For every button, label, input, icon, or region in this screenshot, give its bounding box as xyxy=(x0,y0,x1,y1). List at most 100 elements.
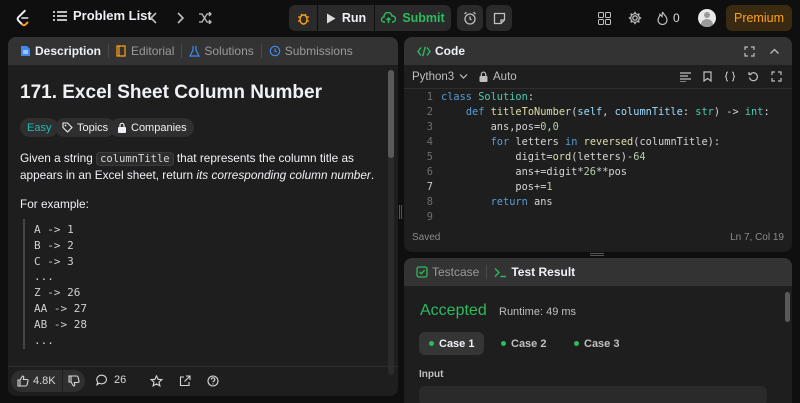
tab-submissions-label: Submissions xyxy=(284,44,353,58)
description-scrollbar-thumb[interactable] xyxy=(388,70,394,158)
avatar[interactable] xyxy=(698,9,716,27)
language-select[interactable]: Python3 xyxy=(412,71,468,83)
problem-list-button[interactable]: Problem List xyxy=(53,8,152,23)
code-brackets-icon xyxy=(417,46,431,56)
inline-code: columnTitle xyxy=(96,152,174,166)
pass-dot xyxy=(501,341,506,346)
top-bar: Problem List Run Submit 0 Premium xyxy=(0,0,800,36)
chevron-up-icon[interactable] xyxy=(769,46,780,57)
case-label: Case 2 xyxy=(511,337,547,350)
line-number: 9 xyxy=(426,211,433,223)
fullscreen-icon[interactable] xyxy=(771,71,782,82)
tab-code[interactable]: Code xyxy=(413,44,469,58)
lock-icon xyxy=(479,71,488,82)
history-icon xyxy=(269,45,281,57)
mode-label: Auto xyxy=(493,70,517,83)
alarm-clock-icon xyxy=(464,11,476,25)
debug-button[interactable] xyxy=(289,5,317,31)
like-button[interactable]: 4.8K xyxy=(11,370,63,392)
chevron-left-icon[interactable] xyxy=(147,10,161,26)
case-tab-3[interactable]: Case 3 xyxy=(564,332,629,355)
chevron-down-icon xyxy=(459,74,468,79)
problem-list-label: Problem List xyxy=(73,8,152,23)
runtime-text: Runtime: 49 ms xyxy=(499,306,577,318)
tab-test-result-label: Test Result xyxy=(511,265,576,279)
line-number: 8 xyxy=(426,196,433,208)
thumbs-down-icon xyxy=(68,375,80,387)
checkbox-icon xyxy=(416,266,428,278)
input-value-box xyxy=(419,386,767,403)
code-editor[interactable]: 1 class Solution: 2 def titleToNumber(sel… xyxy=(404,91,792,223)
submit-button[interactable]: Submit xyxy=(375,5,451,31)
chevron-right-icon[interactable] xyxy=(173,10,187,26)
tab-description-label: Description xyxy=(35,44,102,58)
run-label: Run xyxy=(341,11,367,25)
premium-button[interactable]: Premium xyxy=(726,5,792,31)
tab-divider xyxy=(181,44,183,58)
play-icon xyxy=(326,13,336,23)
dislike-button[interactable] xyxy=(62,370,85,392)
example-line: AB -> 28 xyxy=(34,317,87,331)
help-icon[interactable] xyxy=(207,374,219,392)
case-tab-1[interactable]: Case 1 xyxy=(419,332,485,355)
terminal-icon xyxy=(494,267,507,277)
vertical-resize-handle[interactable] xyxy=(399,205,402,219)
maximize-icon[interactable] xyxy=(744,45,755,57)
streak-counter[interactable]: 0 xyxy=(657,10,680,26)
companies-button[interactable]: Companies xyxy=(110,118,194,137)
description-text: Given a string xyxy=(20,151,97,165)
description-emphasis: its corresponding column number xyxy=(196,168,371,182)
problem-description: Given a string columnTitle that represen… xyxy=(20,150,375,183)
notes-button[interactable] xyxy=(486,5,512,31)
tab-solutions-label: Solutions xyxy=(204,44,254,58)
tab-solutions[interactable]: Solutions xyxy=(185,44,257,58)
shuffle-icon[interactable] xyxy=(197,10,213,26)
line-number: 3 xyxy=(426,121,433,133)
autocomplete-toggle[interactable]: Auto xyxy=(479,71,517,83)
comment-icon xyxy=(96,374,107,386)
example-line: A -> 1 xyxy=(34,223,74,236)
list-icon xyxy=(53,10,67,21)
horizontal-resize-handle[interactable] xyxy=(590,253,604,256)
topics-button[interactable]: Topics xyxy=(55,118,116,137)
difficulty-badge: Easy xyxy=(20,118,59,137)
example-line: C -> 3 xyxy=(34,254,74,268)
reset-icon[interactable] xyxy=(748,71,759,82)
share-icon[interactable] xyxy=(179,374,191,392)
action-group: Run Submit xyxy=(289,5,451,31)
input-label: Input xyxy=(419,369,444,380)
tab-test-result[interactable]: Test Result xyxy=(490,265,579,279)
line-number: 4 xyxy=(426,136,433,148)
star-icon[interactable] xyxy=(149,374,164,392)
tab-divider xyxy=(260,44,262,58)
leetcode-logo-icon[interactable] xyxy=(14,9,32,27)
result-scrollbar-thumb[interactable] xyxy=(785,292,790,322)
tab-editorial-label: Editorial xyxy=(131,44,175,58)
line-number: 2 xyxy=(426,106,433,118)
run-button[interactable]: Run xyxy=(318,5,374,31)
braces-icon[interactable] xyxy=(724,71,736,82)
editor-status-bar: Saved Ln 7, Col 19 xyxy=(404,227,792,247)
tab-testcase-label: Testcase xyxy=(432,265,480,279)
case-tab-2[interactable]: Case 2 xyxy=(491,332,556,355)
document-icon xyxy=(21,46,30,56)
tab-description[interactable]: Description xyxy=(16,44,105,58)
line-number: 5 xyxy=(426,151,433,163)
layout-grid-icon[interactable] xyxy=(596,10,612,26)
tab-testcase[interactable]: Testcase xyxy=(412,265,483,279)
bookmark-icon[interactable] xyxy=(703,71,712,82)
code-panel: Code Python3 Auto 1 class Solution: 2 def… xyxy=(404,37,792,252)
tab-editorial[interactable]: Editorial xyxy=(112,44,178,58)
tab-submissions[interactable]: Submissions xyxy=(265,44,357,58)
pass-dot xyxy=(429,341,434,346)
timer-button[interactable] xyxy=(457,5,483,31)
tab-divider xyxy=(486,265,488,279)
code-panel-header: Code xyxy=(404,37,792,65)
tab-divider xyxy=(108,44,110,58)
description-tabbar: Description Editorial Solutions Submissi… xyxy=(8,37,398,65)
gear-icon[interactable] xyxy=(627,10,643,26)
format-icon[interactable] xyxy=(680,71,691,82)
comments-button[interactable]: 26 xyxy=(96,374,126,386)
companies-label: Companies xyxy=(131,121,187,134)
submit-label: Submit xyxy=(402,11,445,25)
